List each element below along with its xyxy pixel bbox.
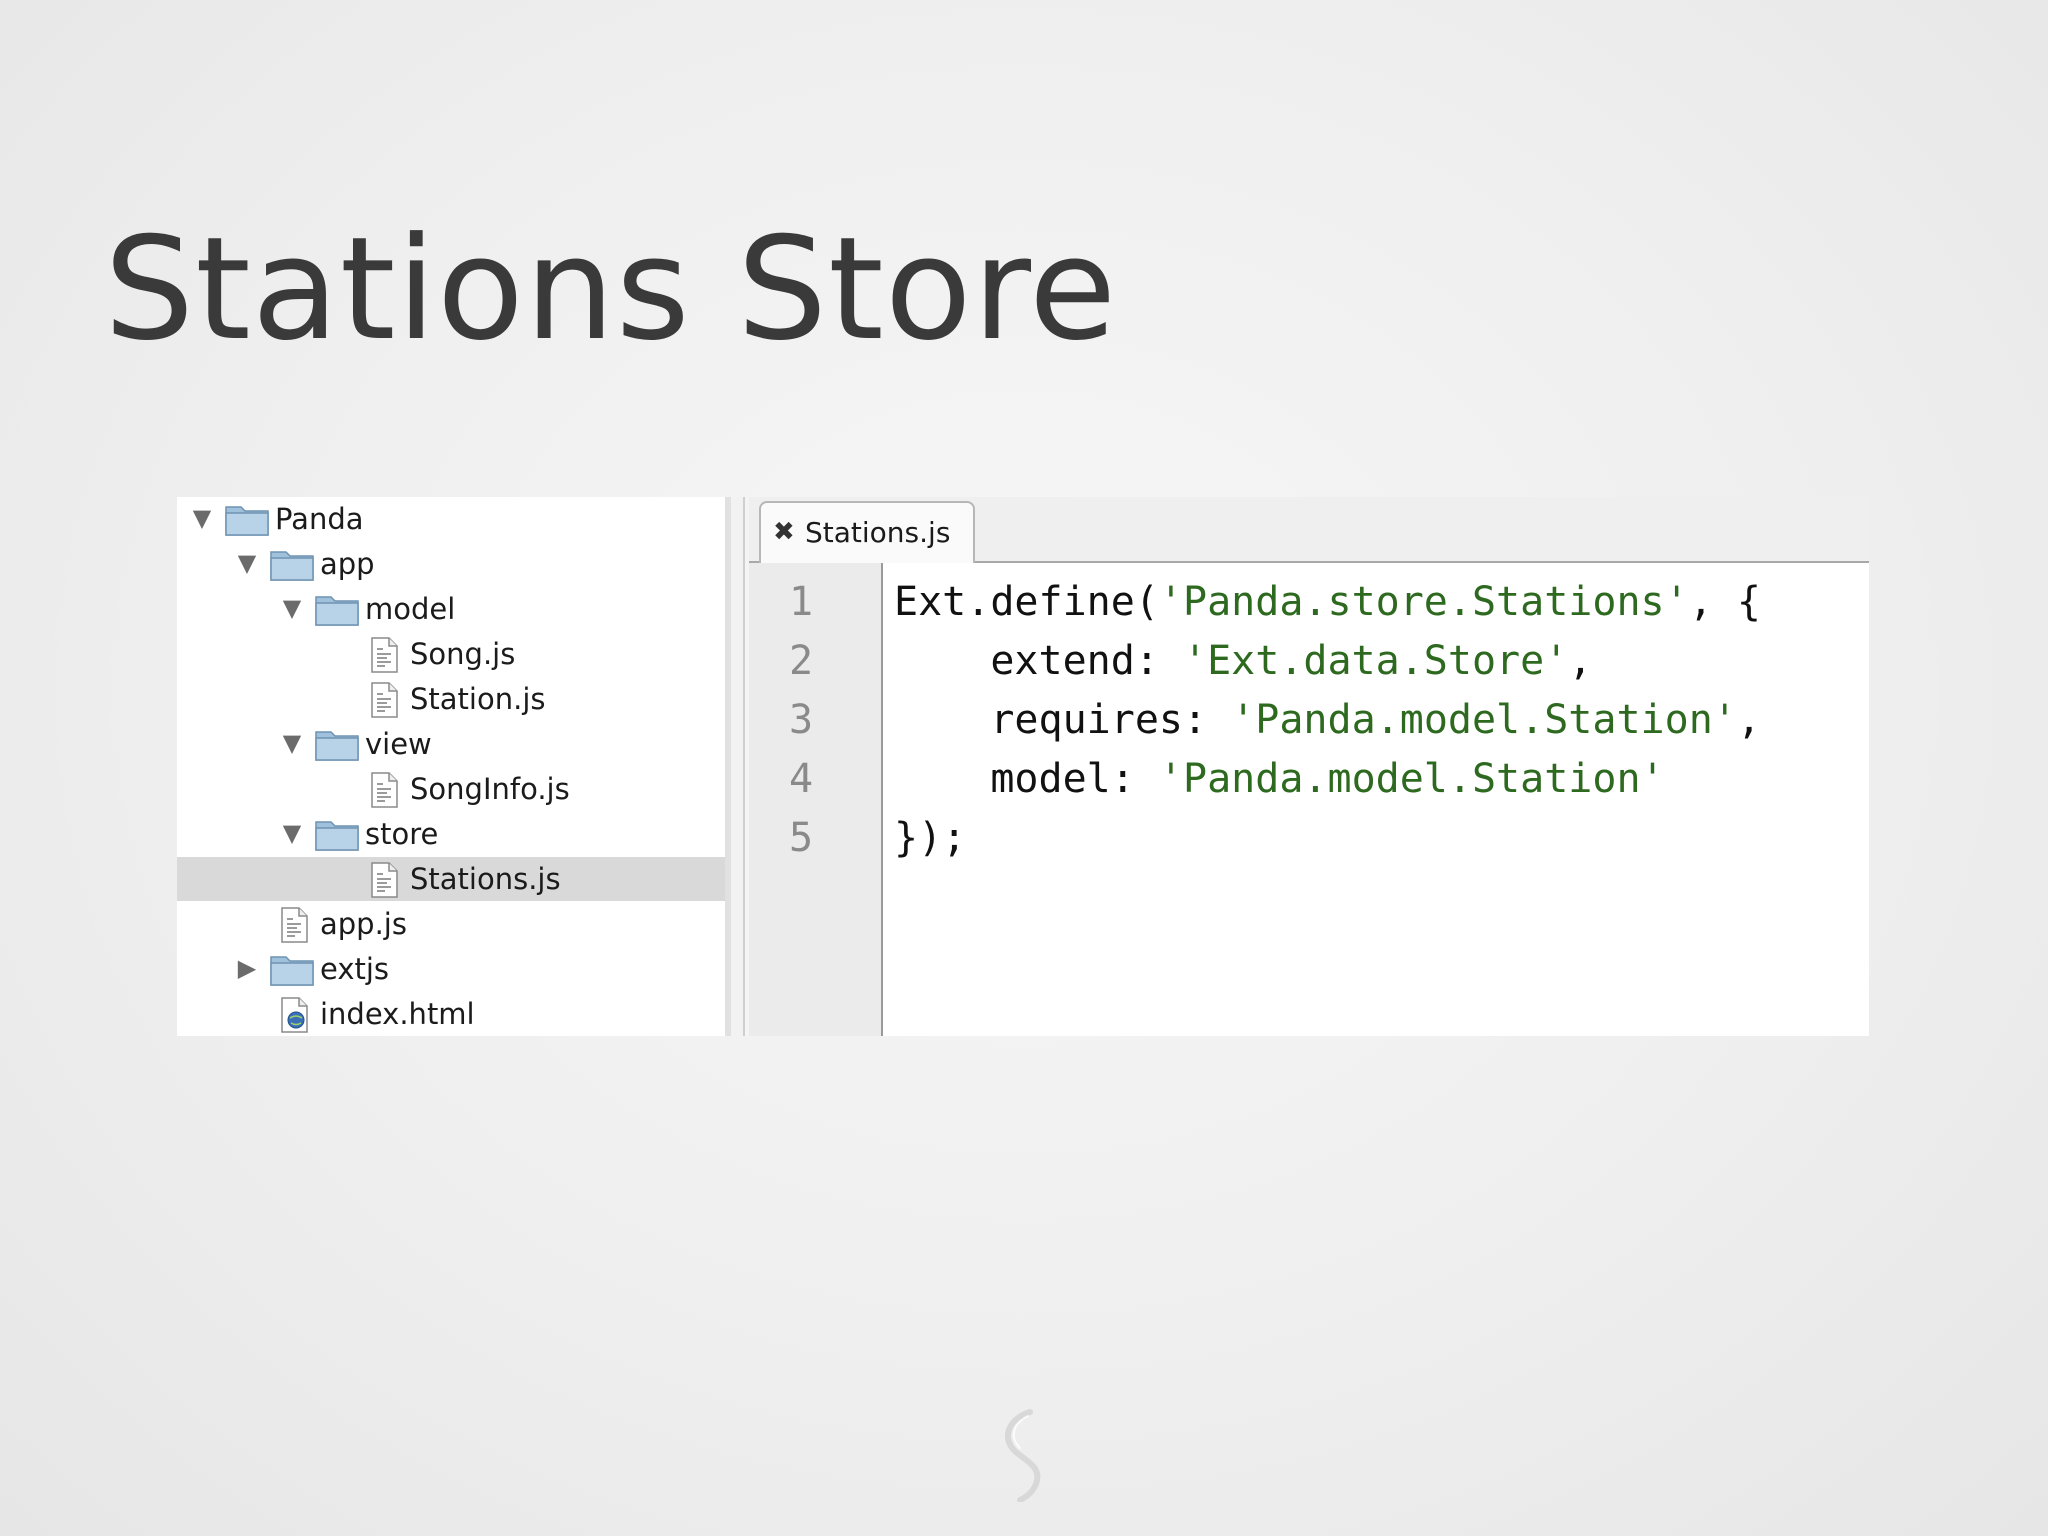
tree-folder-model[interactable]: ▼ model (177, 587, 725, 631)
tree-folder-view[interactable]: ▼ view (177, 722, 725, 766)
code-token: }); (894, 815, 967, 861)
tree-folder-app[interactable]: ▼ app (177, 542, 725, 586)
tree-item-label: Song.js (410, 637, 516, 671)
string-token: 'Panda.model.Station' (1158, 756, 1665, 802)
line-number: 1 (788, 579, 814, 625)
line-number-gutter: 1 2 3 4 5 (749, 563, 883, 1036)
tree-item-label: view (365, 727, 432, 761)
ide-screenshot: ▼ Panda ▼ app ▼ model Song.js Station.js ▼ view So… (177, 497, 1869, 1036)
tree-item-label: Stations.js (410, 862, 561, 896)
code-line[interactable]: requires: 'Panda.model.Station', (894, 691, 1761, 750)
code-token: , (1736, 697, 1761, 743)
line-number: 5 (788, 815, 814, 861)
code-line[interactable]: model: 'Panda.model.Station' (894, 750, 1665, 809)
code-token: model: (894, 756, 1159, 802)
tree-file-songinfo-js[interactable]: SongInfo.js (177, 767, 725, 811)
tree-folder-extjs[interactable]: ▶ extjs (177, 947, 725, 991)
code-line[interactable]: extend: 'Ext.data.Store', (894, 632, 1592, 691)
project-file-tree: ▼ Panda ▼ app ▼ model Song.js Station.js ▼ view So… (177, 497, 725, 1036)
code-line[interactable]: }); (894, 809, 966, 868)
disclosure-collapsed-icon[interactable]: ▶ (234, 955, 260, 981)
tree-folder-store[interactable]: ▼ store (177, 812, 725, 856)
tab-label: Stations.js (805, 516, 951, 549)
line-number: 3 (788, 697, 814, 743)
line-number: 4 (788, 756, 814, 802)
tree-folder-panda[interactable]: ▼ Panda (177, 497, 725, 541)
tree-file-stations-js[interactable]: Stations.js (177, 857, 725, 901)
disclosure-expanded-icon[interactable]: ▼ (279, 730, 305, 756)
code-token: , (1568, 638, 1593, 684)
tab-stations-js[interactable]: ✖ Stations.js (759, 501, 975, 563)
tree-item-label: model (365, 592, 456, 626)
string-token: 'Ext.data.Store' (1182, 638, 1569, 684)
tree-item-label: app (320, 547, 375, 581)
code-line[interactable]: Ext.define('Panda.store.Stations', { (894, 573, 1761, 632)
panel-splitter[interactable] (725, 497, 749, 1036)
code-token: extend: (894, 638, 1183, 684)
close-icon[interactable]: ✖ (773, 517, 795, 547)
tree-item-label: store (365, 817, 439, 851)
line-number: 2 (788, 638, 814, 684)
tree-item-label: app.js (320, 907, 407, 941)
editor-tab-bar: ✖ Stations.js (749, 497, 1869, 563)
tree-item-label: extjs (320, 952, 390, 986)
code-editor: ✖ Stations.js 1 2 3 4 5 Ext.define('Panda.st… (749, 497, 1869, 1036)
tree-file-song-js[interactable]: Song.js (177, 632, 725, 676)
code-token: requires: (894, 697, 1232, 743)
disclosure-expanded-icon[interactable]: ▼ (279, 595, 305, 621)
code-token: Ext.define( (894, 579, 1159, 625)
tree-file-station-js[interactable]: Station.js (177, 677, 725, 721)
disclosure-expanded-icon[interactable]: ▼ (189, 505, 215, 531)
tree-file-index-html[interactable]: index.html (177, 992, 725, 1036)
disclosure-expanded-icon[interactable]: ▼ (279, 820, 305, 846)
tree-item-label: Station.js (410, 682, 546, 716)
tree-file-app-js[interactable]: app.js (177, 902, 725, 946)
tree-item-label: Panda (275, 502, 364, 536)
string-token: 'Panda.model.Station' (1231, 697, 1737, 743)
tree-item-label: SongInfo.js (410, 772, 570, 806)
slide-title: Stations Store (104, 207, 1118, 372)
slideshare-s-icon (1005, 1409, 1041, 1502)
tree-item-label: index.html (320, 997, 475, 1031)
disclosure-expanded-icon[interactable]: ▼ (234, 550, 260, 576)
string-token: 'Panda.store.Stations' (1158, 579, 1689, 625)
code-token: , { (1688, 579, 1761, 625)
